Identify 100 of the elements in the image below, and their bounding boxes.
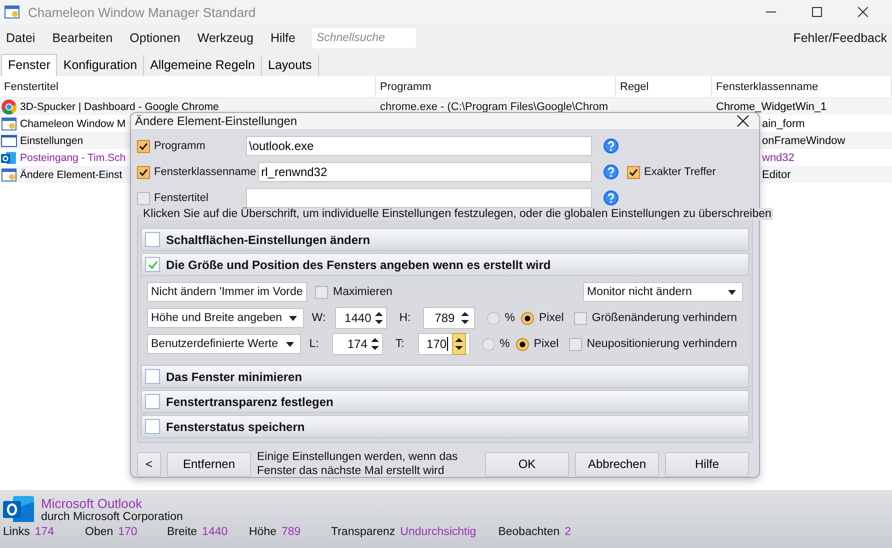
checkbox[interactable] — [137, 140, 150, 152]
field-label: H: — [399, 312, 412, 324]
dropdown[interactable]: Benutzerdefinierte Werte — [147, 334, 302, 354]
checkbox-label: Maximieren — [333, 286, 392, 298]
column-header[interactable]: Fensterklassenname — [712, 76, 892, 97]
stat-label: Breite — [167, 526, 198, 538]
section-header[interactable]: Das Fenster minimieren — [141, 365, 749, 388]
input-field[interactable] — [246, 188, 592, 208]
menu-item[interactable]: Datei — [6, 31, 36, 45]
stat-value: 174 — [34, 526, 54, 538]
help-icon[interactable] — [603, 164, 619, 180]
cell-text: chrome.exe - (C:\Program Files\Google\Chrom — [380, 100, 608, 112]
section-header[interactable]: Die Größe und Position des Fensters angeben wenn es erstellt wird — [141, 253, 749, 276]
back-button[interactable]: < — [137, 452, 161, 476]
checkbox[interactable] — [627, 166, 640, 178]
section-header[interactable]: Schaltflächen-Einstellungen ändern — [141, 228, 749, 251]
cell-text: Ändere Element-Einst — [20, 168, 122, 180]
cell-text: 3D-Spucker | Dashboard - Google Chrome — [20, 100, 219, 112]
section-header[interactable]: Fenstertransparenz festlegen — [141, 390, 749, 413]
number-field[interactable]: 789 — [422, 307, 475, 329]
checkbox[interactable] — [137, 166, 150, 178]
close-icon[interactable] — [858, 7, 868, 17]
input-field[interactable]: rl_renwnd32 — [258, 162, 592, 182]
column-header[interactable]: Regel — [616, 76, 712, 97]
checkbox[interactable] — [145, 232, 160, 247]
help-icon[interactable] — [603, 190, 619, 206]
radio-button[interactable] — [516, 338, 529, 350]
close-icon[interactable] — [737, 115, 749, 127]
number-field[interactable]: 170 — [418, 333, 470, 355]
checkbox[interactable] — [145, 369, 160, 384]
cell-text: Einstellungen — [20, 134, 84, 146]
tab[interactable]: Layouts — [262, 55, 319, 76]
cell-text: onFrameWindow — [762, 134, 846, 146]
checkbox[interactable] — [315, 286, 328, 298]
menu-item[interactable]: Hilfe — [270, 31, 296, 45]
cell-text: Chameleon Window M — [20, 118, 126, 130]
stat-value: 789 — [282, 526, 301, 538]
group-caption: Klicken Sie auf die Überschrift, um individuelle Einstellungen festzulegen, oder die globalen Einstellungen zu überschreiben — [141, 208, 774, 220]
publisher-text: durch Microsoft Corporation — [41, 510, 183, 522]
radio-button[interactable] — [520, 312, 534, 324]
app-icon — [4, 4, 20, 20]
cell-text: ain_form — [762, 118, 805, 130]
section-title: Fensterstatus speichern — [166, 420, 305, 434]
radio-button[interactable] — [486, 312, 500, 324]
help-icon[interactable] — [603, 138, 619, 154]
spinner-icon[interactable] — [452, 333, 466, 355]
section-title: Die Größe und Position des Fensters angeben wenn es erstellt wird — [166, 258, 551, 272]
field-label: T: — [395, 338, 406, 350]
outlook-icon — [3, 494, 35, 524]
menu-item[interactable]: Optionen — [130, 31, 180, 45]
spinner-icon[interactable] — [375, 311, 384, 325]
dropdown[interactable]: Höhe und Breite angeben — [147, 308, 304, 328]
dropdown[interactable]: Nicht ändern 'Immer im Vorde — [147, 282, 307, 302]
maximize-icon[interactable] — [812, 7, 822, 17]
checkbox[interactable] — [137, 192, 150, 204]
checkbox[interactable] — [145, 257, 160, 272]
number-field[interactable]: 1440 — [335, 307, 388, 329]
spinner-icon[interactable] — [371, 337, 380, 351]
cell-text: Editor — [762, 168, 791, 180]
checkbox-label: Exakter Treffer — [644, 166, 716, 178]
section-header[interactable]: Fensterstatus speichern — [141, 415, 749, 438]
field-label: Programm — [154, 140, 206, 152]
radio-button[interactable] — [482, 338, 495, 350]
number-field[interactable]: 174 — [332, 333, 384, 355]
dialog-button[interactable]: Abbrechen — [575, 452, 659, 476]
field-label: Fensterklassenname — [154, 166, 256, 178]
checkbox[interactable] — [145, 394, 160, 409]
checkbox[interactable] — [574, 312, 587, 324]
section-title: Fenstertransparenz festlegen — [166, 394, 334, 408]
window-title: Chameleon Window Manager Standard — [28, 4, 256, 20]
tab[interactable]: Konfiguration — [57, 55, 144, 76]
feedback-menu[interactable]: Fehler/Feedback — [793, 31, 887, 45]
search-field[interactable]: Schnellsuche — [312, 28, 416, 48]
menu-item[interactable]: Bearbeiten — [52, 31, 113, 45]
dialog-button[interactable]: OK — [485, 452, 569, 476]
checkbox-label: Neupositionierung verhindern — [586, 338, 737, 350]
input-field[interactable]: \outlook.exe — [246, 136, 592, 156]
stat-label: Beobachten — [498, 526, 560, 538]
note-text: Einige Einstellungen werden, wenn das Fenster das nächste Mal erstellt wird — [257, 450, 459, 478]
column-header[interactable]: Fenstertitel — [0, 76, 376, 97]
checkbox[interactable] — [145, 419, 160, 434]
cell-text: Chrome_WidgetWin_1 — [716, 100, 827, 112]
dialog-button[interactable]: Hilfe — [665, 452, 749, 476]
app-name: Microsoft Outlook — [41, 496, 144, 510]
field-label: L: — [309, 338, 320, 350]
tab[interactable]: Allgemeine Regeln — [144, 55, 262, 76]
stat-value: Undurchsichtig — [400, 526, 476, 538]
stat-value: 2 — [564, 526, 572, 538]
dropdown[interactable]: Monitor nicht ändern — [583, 282, 743, 302]
tab[interactable]: Fenster — [1, 54, 58, 76]
caret-icon — [728, 290, 736, 294]
column-header[interactable]: Programm — [376, 76, 616, 97]
checkbox[interactable] — [568, 338, 582, 350]
menu-item[interactable]: Werkzeug — [197, 31, 254, 45]
stat-value: 1440 — [202, 526, 228, 538]
remove-button[interactable]: Entfernen — [167, 452, 251, 476]
stat-value: 170 — [118, 526, 138, 538]
section-title: Schaltflächen-Einstellungen ändern — [166, 232, 370, 246]
stat-label: Links — [3, 526, 30, 538]
caret-icon — [286, 342, 294, 346]
